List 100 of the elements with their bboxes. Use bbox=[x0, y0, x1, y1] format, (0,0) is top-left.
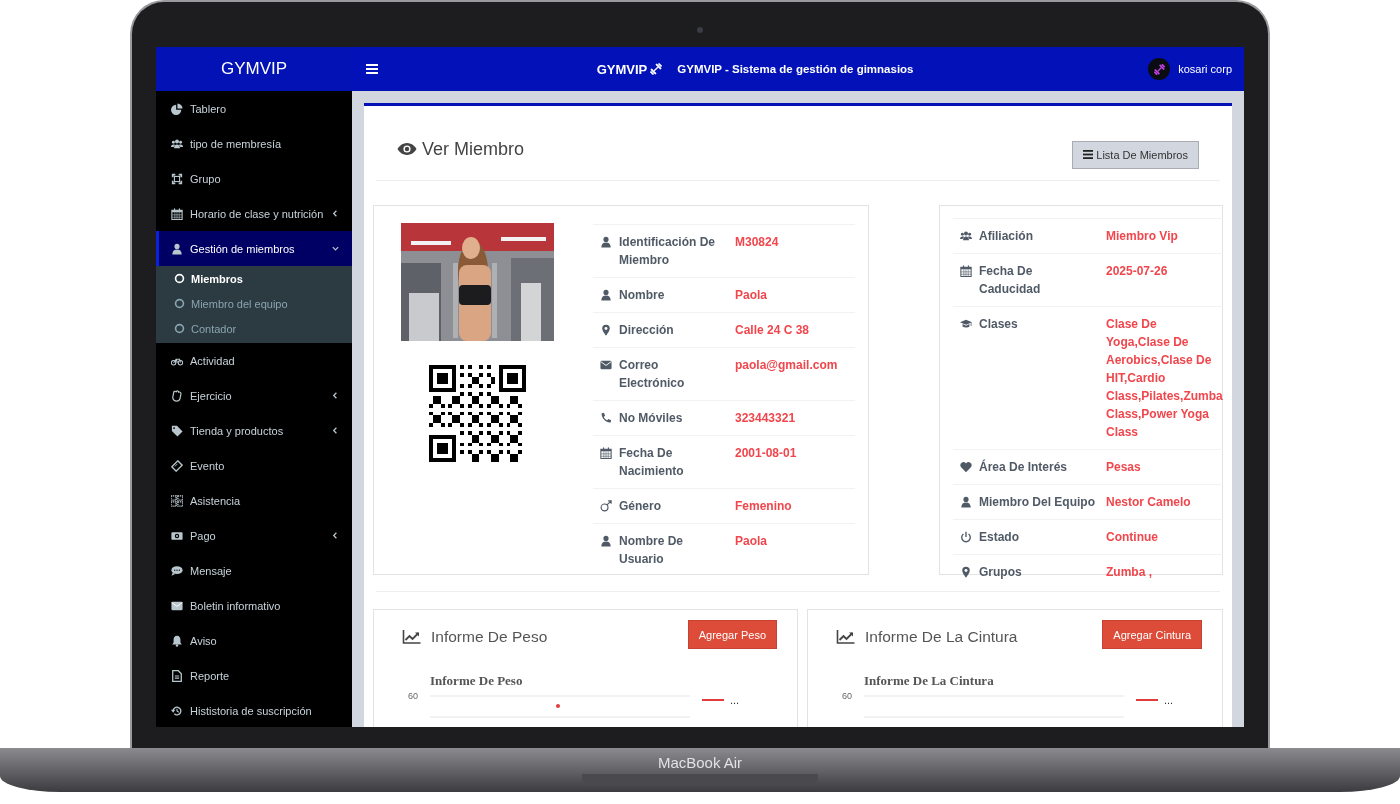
field-label: No Móviles bbox=[619, 410, 684, 427]
field-value: 2001-08-01 bbox=[735, 446, 797, 460]
sidebar-item[interactable]: Aviso bbox=[156, 623, 352, 658]
chart-title: Informe De La Cintura bbox=[864, 673, 995, 689]
report-title: Informe De Peso bbox=[431, 627, 548, 646]
field-label: Dirección bbox=[619, 322, 675, 339]
envelope-icon bbox=[600, 359, 612, 371]
user-icon bbox=[600, 535, 612, 547]
circle-icon bbox=[174, 273, 185, 284]
legend-label[interactable]: ... bbox=[1164, 694, 1174, 706]
logo-text: GYMVIP bbox=[596, 61, 648, 77]
menu-icon bbox=[366, 64, 378, 74]
chat-icon bbox=[171, 564, 183, 577]
field-label: Fecha De Caducidad bbox=[979, 263, 1042, 298]
device-label: MacBook Air bbox=[657, 754, 743, 771]
tag-icon bbox=[171, 424, 183, 437]
field-label: Género bbox=[619, 498, 662, 515]
phone-icon bbox=[600, 412, 612, 424]
banknote-icon bbox=[171, 529, 183, 542]
report-title: Informe De La Cintura bbox=[865, 627, 1018, 646]
line-chart-icon bbox=[836, 629, 855, 644]
field-value: paola@gmail.com bbox=[735, 358, 838, 372]
page-title: Ver Miembro bbox=[422, 138, 525, 160]
field-label: Clases bbox=[979, 316, 1019, 333]
field-value: Zumba , bbox=[1106, 565, 1152, 579]
field-value: Femenino bbox=[735, 499, 792, 513]
users-icon bbox=[171, 137, 183, 150]
field-label: Grupos bbox=[979, 564, 1023, 581]
sidebar-item[interactable]: Asistencia bbox=[156, 483, 352, 518]
member-list-button[interactable]: Lista De Miembros bbox=[1072, 140, 1199, 169]
sidebar-item[interactable]: Gestión de miembros bbox=[156, 231, 352, 266]
field-value: 323443321 bbox=[735, 411, 796, 425]
chart-title: Informe De Peso bbox=[430, 673, 524, 689]
field-label: Nombre bbox=[619, 287, 666, 304]
field-label: Miembro Del Equipo bbox=[979, 494, 1096, 511]
add-button[interactable]: Agregar Cintura bbox=[1102, 620, 1202, 649]
sidebar-item[interactable]: Actividad bbox=[156, 343, 352, 378]
calendar-icon bbox=[600, 447, 612, 459]
field-label: Fecha De Nacimiento bbox=[619, 445, 685, 480]
sidebar-item[interactable]: tipo de membresía bbox=[156, 126, 352, 161]
list-icon bbox=[1083, 150, 1094, 159]
line-chart-icon bbox=[402, 629, 421, 644]
bell-icon bbox=[171, 634, 183, 647]
document-icon bbox=[171, 669, 183, 682]
user-icon bbox=[960, 496, 972, 508]
submenu-item[interactable]: Miembro del equipo bbox=[156, 291, 352, 316]
field-label: Afiliación bbox=[979, 228, 1034, 245]
heart-icon bbox=[960, 461, 972, 473]
field-label: Área De Interés bbox=[979, 458, 1069, 476]
user-icon bbox=[600, 289, 612, 301]
sidebar-item[interactable]: Horario de clase y nutrición bbox=[156, 196, 352, 231]
field-value: 2025-07-26 bbox=[1106, 264, 1168, 278]
field-value: Continue bbox=[1106, 530, 1158, 544]
sidebar-item[interactable]: Tienda y productos bbox=[156, 413, 352, 448]
sidebar-item[interactable]: Boletin informativo bbox=[156, 588, 352, 623]
field-value: Calle 24 C 38 bbox=[735, 323, 810, 337]
legend-label[interactable]: ... bbox=[730, 694, 740, 706]
field-value: Paola bbox=[735, 534, 767, 548]
field-label: Identificación De Miembro bbox=[619, 234, 717, 269]
sidebar-item[interactable]: Evento bbox=[156, 448, 352, 483]
ticket-icon bbox=[171, 459, 183, 472]
submenu-item[interactable]: Contador bbox=[156, 316, 352, 341]
calendar-icon bbox=[171, 207, 183, 220]
field-value: Clase De Yoga,Clase De Aerobics,Clase De HIT,Cardio Class,Pilates,Zumba Class,Power Yoga Class bbox=[1106, 317, 1223, 439]
dumbbell-icon bbox=[1152, 62, 1166, 76]
eye-icon bbox=[397, 142, 417, 156]
field-value: Nestor Camelo bbox=[1106, 495, 1191, 509]
hand-icon bbox=[171, 389, 183, 402]
dumbbell-icon bbox=[649, 62, 664, 76]
pie-chart-icon bbox=[171, 102, 183, 115]
sidebar-item[interactable]: Hististoria de suscripción bbox=[156, 693, 352, 727]
brand-logo[interactable]: GYMVIP bbox=[220, 59, 288, 79]
axis-tick-label: 60 bbox=[408, 691, 419, 701]
field-label: Estado bbox=[979, 529, 1020, 546]
sidebar-item[interactable]: Grupo bbox=[156, 161, 352, 196]
field-value: M30824 bbox=[735, 235, 779, 249]
grid-icon bbox=[171, 494, 183, 507]
calendar-icon bbox=[960, 265, 972, 277]
sidebar-item[interactable]: Pago bbox=[156, 518, 352, 553]
field-value: Pesas bbox=[1106, 460, 1141, 474]
user-avatar[interactable] bbox=[1148, 58, 1171, 80]
graduation-cap-icon bbox=[960, 318, 972, 330]
sidebar-item[interactable]: Mensaje bbox=[156, 553, 352, 588]
axis-tick-label: 60 bbox=[842, 691, 853, 701]
user-name[interactable]: kosari corp bbox=[1178, 63, 1232, 75]
map-pin-icon bbox=[960, 566, 972, 578]
sidebar-item[interactable]: Ejercicio bbox=[156, 378, 352, 413]
submenu-item[interactable]: Miembros bbox=[156, 266, 352, 291]
sidebar-item[interactable]: Reporte bbox=[156, 658, 352, 693]
male-symbol-icon bbox=[600, 500, 612, 512]
add-button[interactable]: Agregar Peso bbox=[687, 620, 777, 649]
users-icon bbox=[960, 230, 972, 242]
field-label: Nombre De Usuario bbox=[619, 533, 684, 568]
sidebar-item[interactable]: Tablero bbox=[156, 91, 352, 126]
frame-icon bbox=[171, 172, 183, 185]
circle-icon bbox=[174, 298, 185, 309]
field-value: Paola bbox=[735, 288, 767, 302]
camera-lens bbox=[697, 27, 703, 33]
user-icon bbox=[171, 242, 183, 255]
user-icon bbox=[600, 236, 612, 248]
